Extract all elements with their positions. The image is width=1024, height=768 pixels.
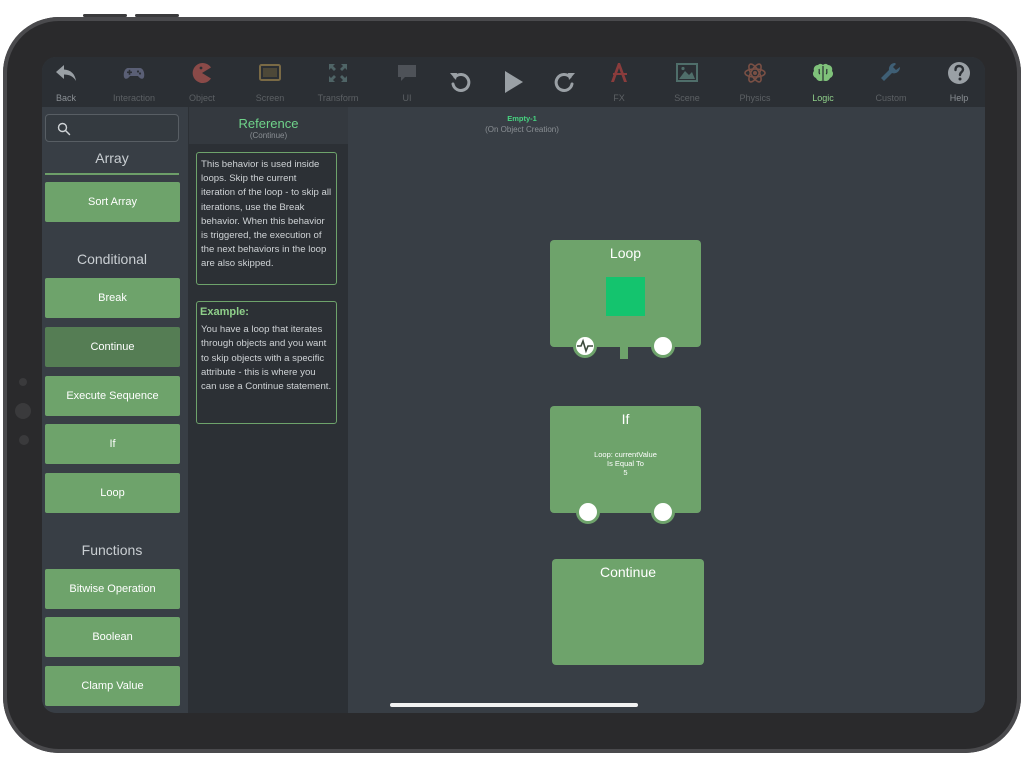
- loop-indicator-square: [606, 277, 645, 316]
- toolbar-help[interactable]: Help: [933, 57, 985, 107]
- toolbar-label: Interaction: [112, 93, 156, 103]
- toolbar-label: Back: [55, 93, 76, 103]
- toolbar-label: Object: [188, 93, 215, 103]
- toolbar-label: Physics: [739, 93, 771, 103]
- back-arrow-icon: [56, 65, 76, 81]
- behavior-canvas[interactable]: Empty-1 (On Object Creation) Loop If Loo…: [348, 107, 985, 713]
- node-title: Continue: [599, 564, 657, 580]
- port-loop-output[interactable]: [651, 334, 675, 358]
- reference-title: Reference: [238, 116, 299, 131]
- scene-image-icon: [676, 63, 698, 82]
- toolbar-label: Screen: [255, 93, 285, 103]
- transform-icon: [329, 64, 347, 82]
- section-title-array: Array: [95, 150, 129, 166]
- gamepad-icon: [123, 68, 145, 79]
- home-indicator[interactable]: [390, 703, 638, 707]
- toolbar-object[interactable]: Object: [176, 57, 228, 107]
- pulse-icon: [577, 338, 593, 354]
- toolbar-screen[interactable]: Screen: [244, 57, 296, 107]
- screen-icon: [259, 64, 281, 81]
- chat-bubble-icon: [398, 65, 416, 81]
- toolbar-label: Help: [949, 93, 969, 103]
- sidebar-item-if[interactable]: If: [45, 424, 180, 464]
- sidebar-item-boolean[interactable]: Boolean: [45, 617, 180, 657]
- toolbar-label: Transform: [317, 93, 359, 103]
- wrench-icon: [881, 62, 901, 81]
- section-title-conditional: Conditional: [76, 251, 148, 267]
- app-screen: Back Interaction Object Screen Transform…: [42, 57, 985, 713]
- search-icon: [57, 122, 71, 136]
- object-event: (On Object Creation): [485, 125, 559, 134]
- reference-description: This behavior is used inside loops. Skip…: [196, 152, 337, 285]
- toolbar-label: Scene: [674, 93, 700, 103]
- device-top-button-left: [83, 14, 127, 17]
- behaviors-sidebar: Array Sort Array Conditional Break Conti…: [42, 107, 189, 713]
- toolbar-back[interactable]: Back: [42, 57, 92, 107]
- toolbar-label: UI: [402, 93, 412, 103]
- toolbar-logic[interactable]: Logic: [797, 57, 849, 107]
- sidebar-item-sort-array[interactable]: Sort Array: [45, 182, 180, 222]
- sidebar-item-break[interactable]: Break: [45, 278, 180, 318]
- toolbar-label: FX: [613, 93, 625, 103]
- toolbar-scene[interactable]: Scene: [661, 57, 713, 107]
- reference-description-text: This behavior is used inside loops. Skip…: [201, 159, 332, 270]
- brain-icon: [812, 63, 834, 82]
- sidebar-item-execute-sequence[interactable]: Execute Sequence: [45, 376, 180, 416]
- node-loop[interactable]: Loop: [550, 240, 701, 347]
- reference-panel: Reference (Continue) This behavior is us…: [189, 107, 348, 713]
- toolbar-physics[interactable]: Physics: [729, 57, 781, 107]
- fx-icon: [611, 63, 627, 82]
- port-loop-iteration[interactable]: [573, 334, 597, 358]
- section-title-functions: Functions: [81, 542, 143, 558]
- example-text: You have a loop that iterates through ob…: [201, 324, 332, 393]
- pacman-icon: [192, 63, 211, 83]
- node-continue[interactable]: Continue: [552, 559, 704, 665]
- search-input[interactable]: [45, 114, 179, 142]
- toolbar-fx[interactable]: FX: [593, 57, 645, 107]
- top-toolbar: Back Interaction Object Screen Transform…: [42, 57, 985, 107]
- toolbar-ui[interactable]: UI: [381, 57, 433, 107]
- node-title: If: [621, 411, 630, 427]
- section-divider: [45, 173, 179, 175]
- toolbar-custom[interactable]: Custom: [865, 57, 917, 107]
- device-button-large: [15, 403, 31, 419]
- atom-icon: [744, 63, 766, 83]
- device-button-small: [19, 435, 29, 445]
- device-top-button-right: [135, 14, 179, 17]
- toolbar-label: Custom: [875, 93, 907, 103]
- node-if[interactable]: If Loop: currentValue Is Equal To 5: [550, 406, 701, 513]
- port-if-false[interactable]: [651, 500, 675, 524]
- sidebar-item-clamp-value[interactable]: Clamp Value: [45, 666, 180, 706]
- sidebar-item-bitwise-operation[interactable]: Bitwise Operation: [45, 569, 180, 609]
- toolbar-interaction[interactable]: Interaction: [108, 57, 160, 107]
- toolbar-transform[interactable]: Transform: [312, 57, 364, 107]
- node-title: Loop: [609, 245, 642, 261]
- example-title: Example:: [200, 306, 249, 318]
- reference-subtitle: (Continue): [249, 131, 288, 140]
- reference-header: Reference (Continue): [189, 107, 348, 144]
- sidebar-item-continue[interactable]: Continue: [45, 327, 180, 367]
- sidebar-item-loop[interactable]: Loop: [45, 473, 180, 513]
- redo-icon[interactable]: [551, 69, 577, 95]
- undo-icon[interactable]: [448, 69, 474, 95]
- object-name: Empty-1: [507, 114, 537, 123]
- play-icon[interactable]: [500, 69, 526, 95]
- port-if-true[interactable]: [576, 500, 600, 524]
- reference-example: Example: You have a loop that iterates t…: [196, 301, 337, 424]
- node-condition-line: 5: [623, 468, 628, 477]
- device-camera: [19, 378, 27, 386]
- toolbar-label: Logic: [812, 93, 834, 103]
- help-icon: [948, 62, 970, 84]
